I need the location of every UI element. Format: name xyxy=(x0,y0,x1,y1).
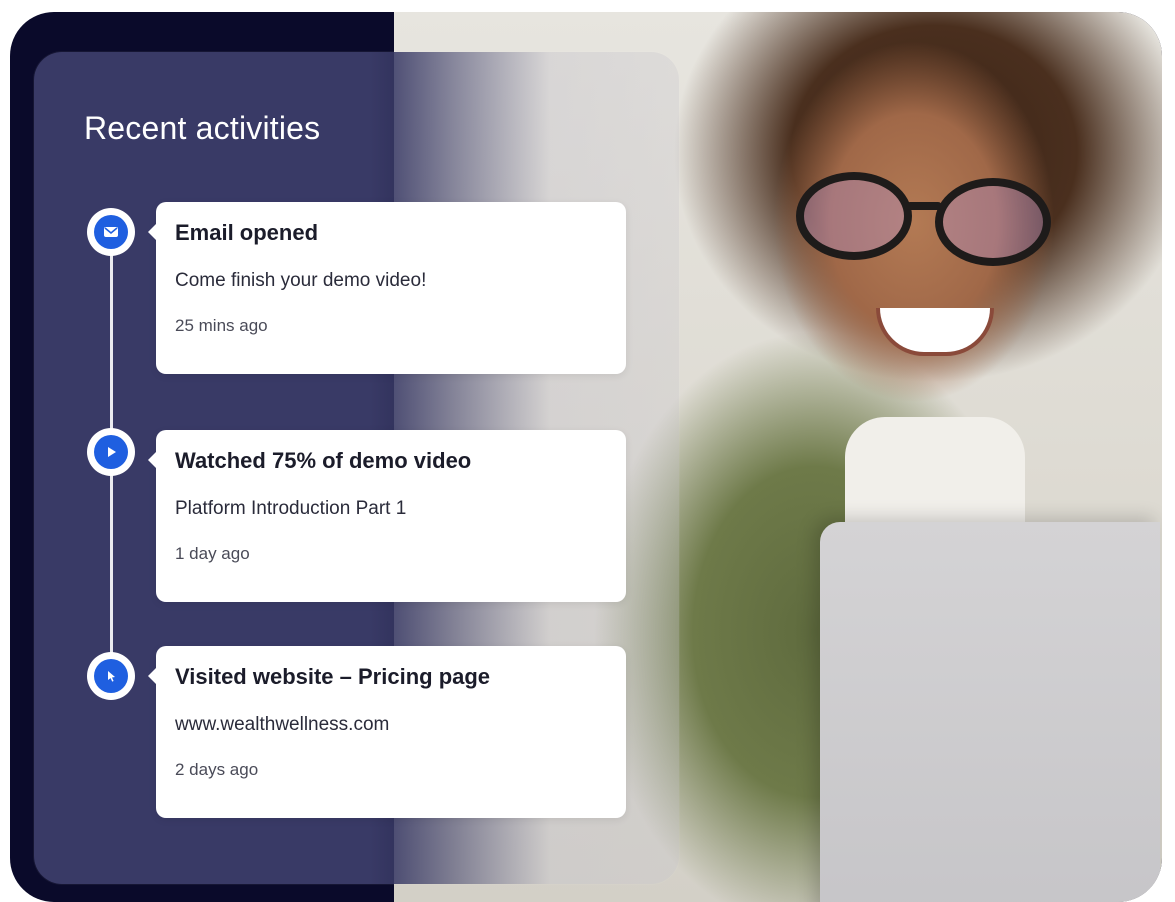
panel-title: Recent activities xyxy=(84,110,321,146)
activity-subtitle: Come finish your demo video! xyxy=(175,270,427,291)
activity-time: 25 mins ago xyxy=(175,316,268,335)
activity-card-video[interactable]: Watched 75% of demo video Platform Intro… xyxy=(148,430,626,602)
activity-time: 2 days ago xyxy=(175,760,259,779)
activity-subtitle: Platform Introduction Part 1 xyxy=(175,498,407,519)
envelope-icon xyxy=(94,215,128,249)
glasses-right-lens xyxy=(935,178,1051,266)
activity-time: 1 day ago xyxy=(175,544,250,563)
timeline-node-email xyxy=(87,208,135,256)
activity-subtitle: www.wealthwellness.com xyxy=(175,714,390,735)
timeline-node-video xyxy=(87,428,135,476)
activity-title: Email opened xyxy=(175,220,319,245)
activity-title: Visited website – Pricing page xyxy=(175,664,491,689)
laptop xyxy=(820,522,1160,902)
play-icon xyxy=(94,435,128,469)
timeline-node-website xyxy=(87,652,135,700)
activity-card-email[interactable]: Email opened Come finish your demo video… xyxy=(148,202,626,374)
glasses-left-lens xyxy=(796,172,912,260)
activity-title: Watched 75% of demo video xyxy=(175,448,472,473)
activity-card-website[interactable]: Visited website – Pricing page www.wealt… xyxy=(148,646,626,818)
glasses-bridge xyxy=(906,202,942,210)
cursor-icon xyxy=(94,659,128,693)
person-shirt xyxy=(845,417,1025,527)
